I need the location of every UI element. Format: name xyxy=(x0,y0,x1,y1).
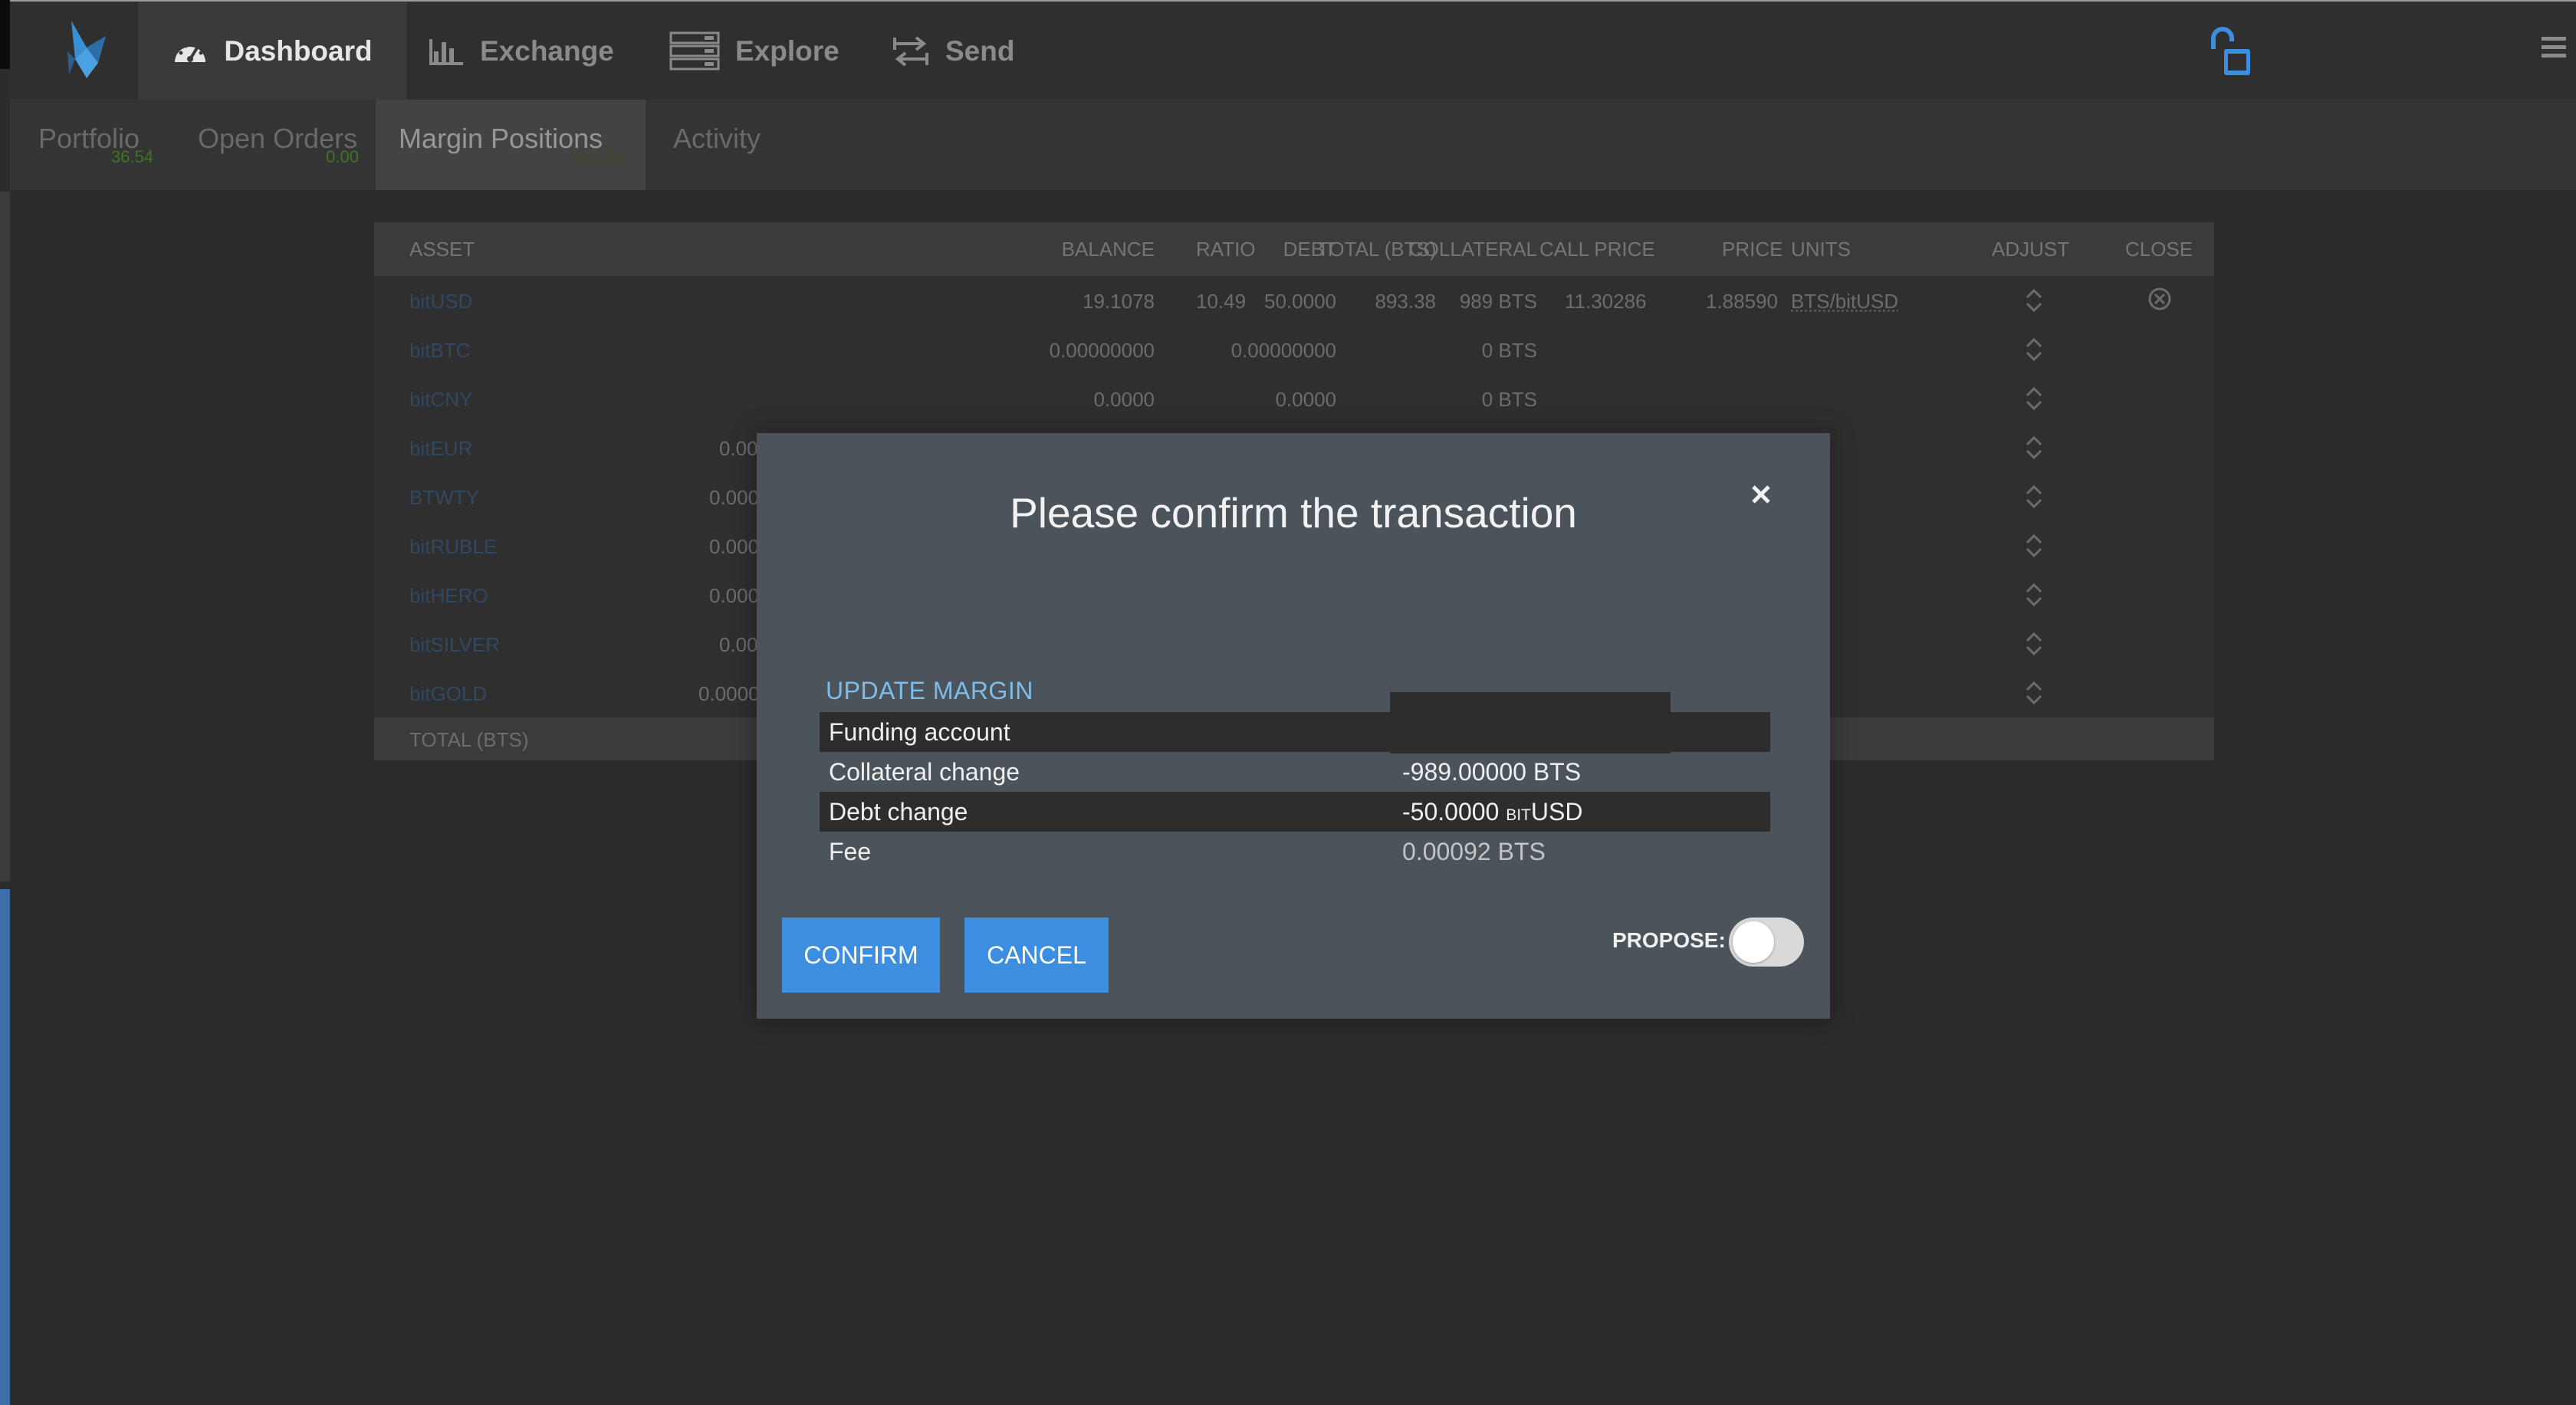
debt-change-value: -50.0000 BITUSD xyxy=(1402,798,1582,826)
cancel-button[interactable]: CANCEL xyxy=(964,918,1109,993)
edge-accent xyxy=(0,889,10,1405)
operation-type: UPDATE MARGIN xyxy=(826,677,1033,704)
modal-title: Please confirm the transaction xyxy=(1010,489,1577,537)
close-icon[interactable] xyxy=(1746,479,1776,510)
debt-change-amount: -50.0000 xyxy=(1402,798,1506,826)
debt-change-row: Debt change -50.0000 BITUSD xyxy=(820,792,1770,832)
confirm-button[interactable]: CONFIRM xyxy=(782,918,940,993)
edge-mid xyxy=(0,192,10,881)
confirm-transaction-modal: Please confirm the transaction UPDATE MA… xyxy=(757,433,1830,1019)
server-icon xyxy=(669,31,720,71)
nav-explore[interactable]: Explore xyxy=(669,2,840,101)
nav-dashboard[interactable]: Dashboard xyxy=(138,2,406,101)
bitshares-logo-icon[interactable] xyxy=(52,17,121,86)
redacted-account xyxy=(1390,692,1671,753)
toggle-knob xyxy=(1733,921,1774,963)
window-edge xyxy=(0,0,10,1405)
top-nav: Dashboard Exchange Explore Send xyxy=(10,0,2576,101)
debt-change-label: Debt change xyxy=(829,798,968,826)
debt-change-unit: USD xyxy=(1530,798,1583,826)
hamburger-menu-icon[interactable] xyxy=(2540,32,2568,63)
nav-send[interactable]: Send xyxy=(892,2,1014,101)
nav-exchange-label: Exchange xyxy=(480,35,614,67)
collateral-change-label: Collateral change xyxy=(829,758,1020,786)
collateral-change-value: -989.00000 BTS xyxy=(1402,758,1582,786)
fee-row: Fee 0.00092 BTS xyxy=(820,832,1770,872)
debt-change-prefix: BIT xyxy=(1506,806,1531,824)
nav-exchange[interactable]: Exchange xyxy=(428,2,614,101)
fee-label: Fee xyxy=(829,838,872,865)
bar-chart-icon xyxy=(429,39,463,65)
transfer-icon xyxy=(893,36,928,67)
collateral-change-row: Collateral change -989.00000 BTS xyxy=(820,752,1770,792)
nav-send-label: Send xyxy=(945,35,1015,67)
fee-value: 0.00092 BTS xyxy=(1402,838,1546,865)
dashboard-icon xyxy=(175,43,206,62)
funding-account-row: Funding account xyxy=(820,692,1770,753)
propose-toggle[interactable] xyxy=(1729,918,1804,967)
edge-dark xyxy=(0,0,10,69)
nav-dashboard-label: Dashboard xyxy=(224,35,373,67)
funding-account-label: Funding account xyxy=(829,718,1010,746)
unlocked-lock-icon[interactable] xyxy=(2203,26,2256,80)
propose-label: PROPOSE: xyxy=(1612,928,1726,952)
nav-explore-label: Explore xyxy=(735,35,840,67)
